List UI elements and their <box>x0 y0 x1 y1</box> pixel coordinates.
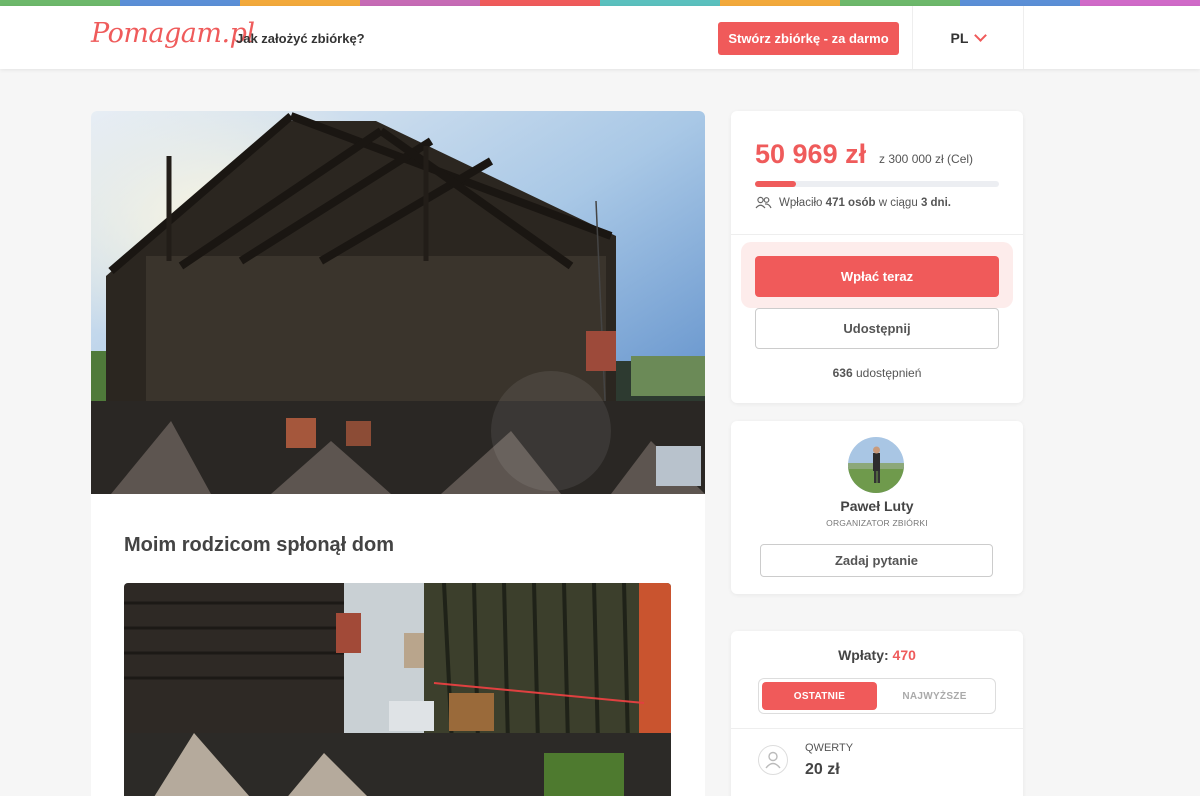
chevron-down-icon <box>974 28 988 42</box>
donors-prefix: Wpłaciło <box>779 196 823 209</box>
language-selector[interactable]: PL <box>912 6 1024 69</box>
campaign-title: Moim rodzicom spłonął dom <box>124 534 395 556</box>
shares-label: udostępnień <box>855 366 922 380</box>
ask-question-button[interactable]: Zadaj pytanie <box>760 544 993 577</box>
donor-name: QWERTY <box>805 742 854 754</box>
payments-label: Wpłaty: <box>838 647 889 663</box>
raised-amount: 50 969 zł <box>755 139 867 169</box>
progress-fill <box>755 181 797 187</box>
payments-count: 470 <box>892 647 916 663</box>
payments-heading: Wpłaty: 470 <box>731 647 1023 663</box>
shares-number: 636 <box>832 366 853 380</box>
campaign-card: Moim rodzicom spłonął dom <box>91 111 705 796</box>
tab-highest[interactable]: NAJWYŻSZE <box>877 682 992 710</box>
shares-count: 636 udostępnień <box>731 366 1023 380</box>
user-icon <box>758 745 788 775</box>
tab-latest[interactable]: OSTATNIE <box>762 682 877 710</box>
site-header: Pomagam.pl Jak założyć zbiórkę? Stwórz z… <box>0 6 1200 69</box>
organizer-name: Paweł Luty <box>840 498 914 514</box>
organizer-avatar[interactable] <box>848 437 904 493</box>
divider <box>731 728 1023 729</box>
goal-amount: z 300 000 zł (Cel) <box>879 152 974 166</box>
payments-card: Wpłaty: 470 OSTATNIE NAJWYŻSZE QWERTY 20… <box>731 631 1023 796</box>
how-to-link[interactable]: Jak założyć zbiórkę? <box>236 31 365 46</box>
language-label: PL <box>950 29 969 46</box>
donors-summary: Wpłaciło 471 osób w ciągu 3 dni. <box>755 196 951 209</box>
site-logo[interactable]: Pomagam.pl <box>91 18 255 49</box>
funding-card: 50 969 zł z 300 000 zł (Cel) Wpłaciło 47… <box>731 111 1023 403</box>
payments-tabs: OSTATNIE NAJWYŻSZE <box>758 678 996 714</box>
divider <box>731 234 1023 235</box>
donors-mid: w ciągu <box>878 196 918 209</box>
donors-count: 471 osób <box>825 196 876 209</box>
share-button[interactable]: Udostępnij <box>755 308 999 349</box>
organizer-role: ORGANIZATOR ZBIÓRKI <box>826 518 928 528</box>
organizer-card: Paweł Luty ORGANIZATOR ZBIÓRKI Zadaj pyt… <box>731 421 1023 594</box>
donor-amount: 20 zł <box>805 761 840 778</box>
create-fundraiser-button[interactable]: Stwórz zbiórkę - za darmo <box>718 22 899 55</box>
rubble-photo <box>124 583 671 796</box>
donors-days: 3 dni. <box>920 196 951 209</box>
people-icon <box>755 196 772 209</box>
hero-image <box>91 111 705 494</box>
progress-bar <box>755 181 999 187</box>
pay-now-button[interactable]: Wpłać teraz <box>755 256 999 297</box>
